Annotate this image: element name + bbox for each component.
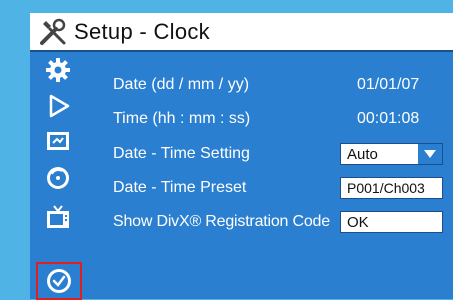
divx-ok-label: OK [347, 213, 369, 231]
divx-ok-button[interactable]: OK [340, 211, 443, 233]
disc-icon [47, 167, 69, 189]
date-time-setting-value: Auto [347, 145, 378, 163]
date-label: Date (dd / mm / yy) [113, 76, 250, 93]
date-time-preset-value: P001/Ch003 [347, 180, 425, 196]
sidebar-item-tv[interactable] [36, 199, 80, 235]
time-row[interactable]: Time (hh : mm : ss) 00:01:08 [85, 102, 453, 136]
date-time-preset-row[interactable]: Date - Time Preset P001/Ch003 [85, 171, 453, 205]
screen-settings-icon [47, 132, 69, 150]
date-time-setting-row[interactable]: Date - Time Setting Auto [85, 137, 453, 171]
clock-icon [47, 269, 71, 293]
divx-row[interactable]: Show DivX® Registration Code OK [85, 205, 453, 239]
tv-icon [47, 205, 69, 228]
date-time-preset-field[interactable]: P001/Ch003 [340, 177, 443, 199]
setup-window: Setup - Clock Date (dd / mm / yy) 01/01/… [30, 13, 453, 300]
sidebar-item-general[interactable] [36, 52, 80, 88]
chevron-down-icon[interactable] [418, 144, 442, 164]
divx-label: Show DivX® Registration Code [113, 213, 330, 230]
page-title: Setup - Clock [74, 18, 210, 44]
tools-icon [40, 18, 66, 45]
date-time-preset-label: Date - Time Preset [113, 179, 247, 196]
title-bar: Setup - Clock [30, 13, 453, 52]
sidebar-item-video[interactable] [36, 123, 80, 159]
date-row[interactable]: Date (dd / mm / yy) 01/01/07 [85, 68, 453, 102]
settings-panel: Date (dd / mm / yy) 01/01/07 Time (hh : … [85, 52, 453, 299]
date-time-setting-label: Date - Time Setting [113, 145, 250, 162]
sidebar-item-disc[interactable] [36, 160, 80, 196]
play-icon [49, 94, 70, 118]
time-value[interactable]: 00:01:08 [357, 110, 419, 128]
date-time-setting-dropdown[interactable]: Auto [340, 143, 443, 165]
date-value[interactable]: 01/01/07 [357, 76, 419, 94]
time-label: Time (hh : mm : ss) [113, 110, 251, 127]
sidebar [30, 52, 85, 300]
sidebar-item-playback[interactable] [36, 88, 80, 124]
sidebar-item-clock[interactable] [36, 262, 82, 300]
gear-icon [46, 58, 70, 82]
